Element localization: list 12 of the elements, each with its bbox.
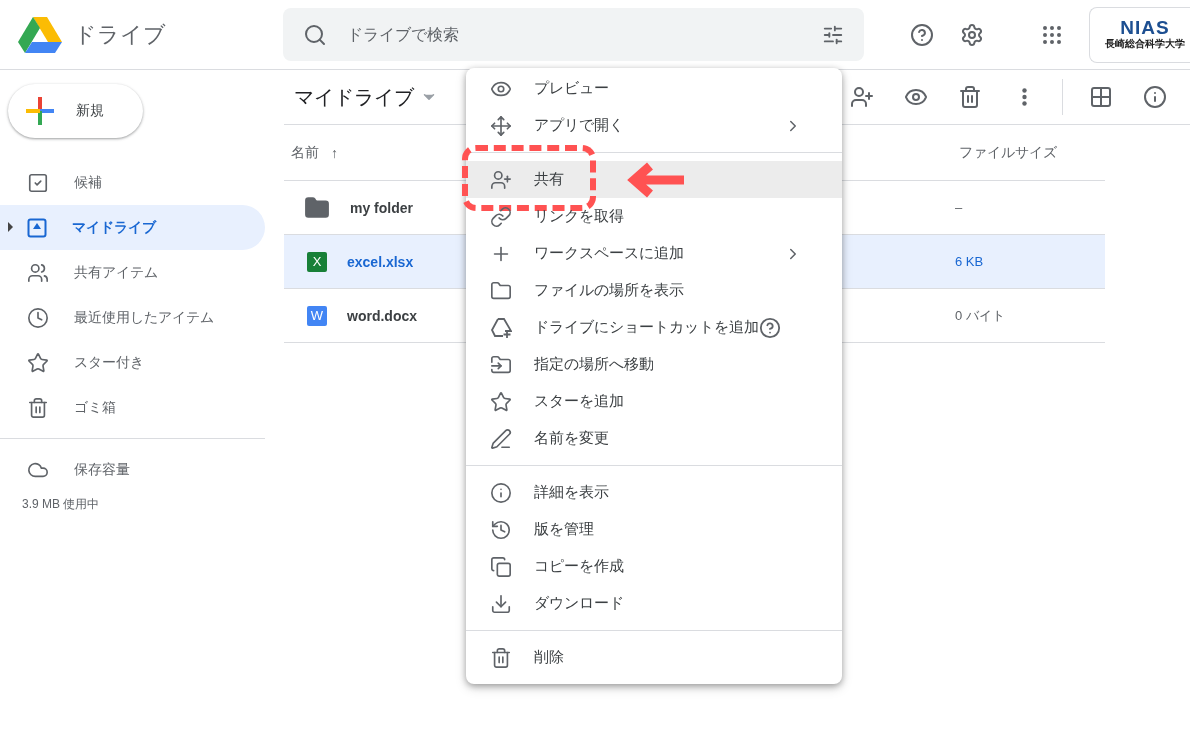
logo-caption: 長崎総合科学大学	[1105, 37, 1185, 51]
app-title: ドライブ	[74, 20, 166, 49]
file-size: 6 KB	[955, 254, 984, 269]
file-name: word.docx	[347, 307, 417, 324]
storage-usage: 3.9 MB 使用中	[21, 496, 101, 513]
logo-mark: NIAS	[1120, 18, 1170, 37]
file-name: excel.xlsx	[347, 253, 414, 270]
spreadsheet-icon: X	[307, 251, 327, 272]
file-size: –	[955, 200, 963, 215]
file-size: 0 バイト	[955, 306, 1005, 325]
document-icon: W	[307, 305, 327, 326]
file-name: my folder	[350, 199, 413, 216]
